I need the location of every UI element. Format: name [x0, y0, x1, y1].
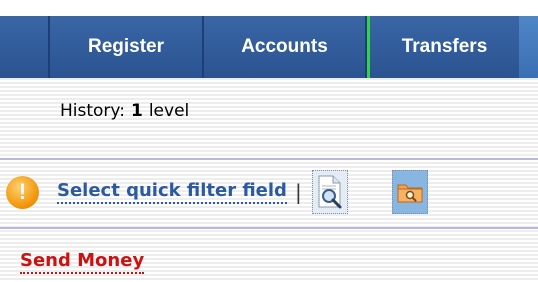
separator-bottom: [0, 227, 538, 229]
search-folder-button[interactable]: [391, 170, 428, 214]
history-label: History:: [60, 101, 125, 121]
history-level-suffix: level: [148, 101, 190, 121]
tab-accounts[interactable]: Accounts: [204, 16, 367, 78]
nav-lead-spacer: [0, 16, 50, 78]
search-page-button[interactable]: [311, 170, 348, 214]
magnifier-page-icon: [318, 175, 342, 209]
link-separator: |: [294, 180, 302, 204]
main-nav: Register Accounts Transfers: [0, 16, 538, 78]
tab-transfers[interactable]: Transfers: [367, 16, 519, 78]
top-strip: [0, 0, 538, 16]
history-level-count: 1: [130, 101, 143, 121]
quick-filter-row: ! Select quick filter field |: [6, 168, 428, 216]
tab-register[interactable]: Register: [50, 16, 204, 78]
select-quick-filter-link[interactable]: Select quick filter field: [57, 180, 287, 204]
separator-top: [0, 158, 538, 160]
send-money-link[interactable]: Send Money: [20, 250, 145, 274]
folder-search-icon: [397, 184, 423, 203]
warning-icon: !: [6, 175, 39, 209]
nav-fill: [519, 16, 538, 78]
history-indicator: History: 1 level: [60, 96, 189, 126]
